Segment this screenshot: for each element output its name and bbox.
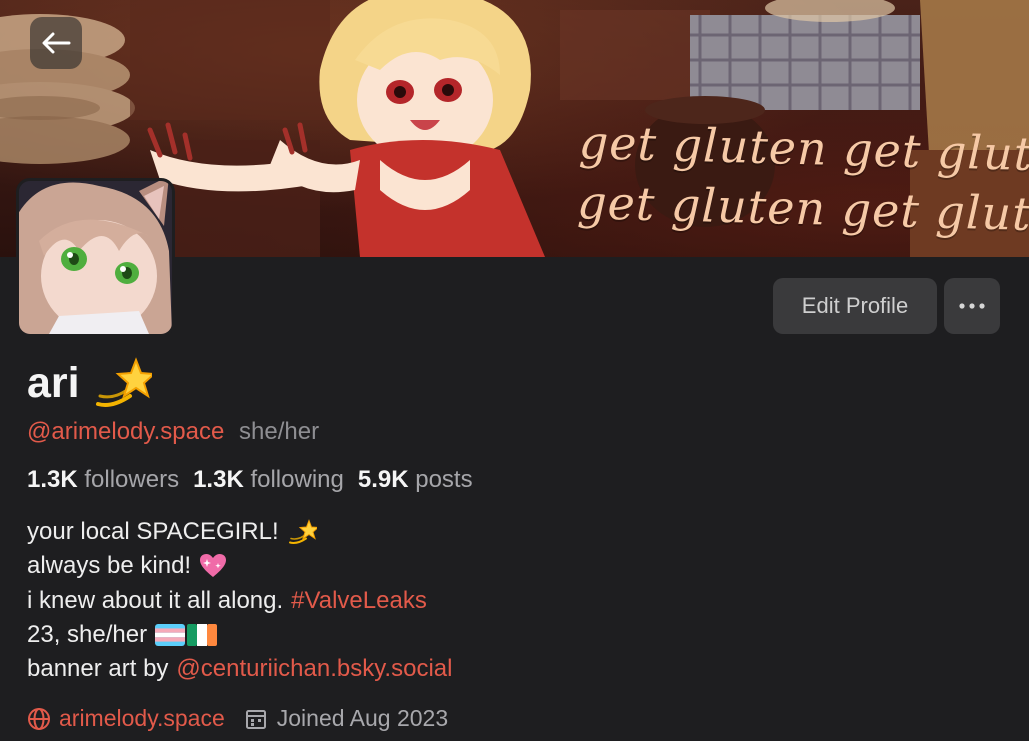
ellipsis-icon — [959, 303, 985, 309]
stats-row: 1.3K followers 1.3K following 5.9K posts — [27, 466, 473, 494]
following-count: 1.3K — [193, 466, 244, 493]
bio-line-4: 23, she/her — [27, 620, 148, 648]
posts-stat: 5.9K posts — [358, 466, 473, 494]
calendar-icon — [245, 709, 266, 729]
followers-count: 1.3K — [27, 466, 78, 493]
bio-line: i knew about it all along. #ValveLeaks — [27, 584, 452, 618]
display-name: ari — [27, 358, 80, 407]
following-label: following — [250, 466, 344, 493]
bio-line-5: banner art by — [27, 655, 169, 683]
posts-count: 5.9K — [357, 466, 409, 493]
handle-row: @arimelody.space she/her — [27, 418, 319, 446]
profile-bio: your local SPACEGIRL! always be kind! i … — [27, 515, 452, 686]
profile-page: get gluten get gluten get gluten get glu… — [0, 0, 1029, 741]
more-options-button[interactable] — [944, 278, 1000, 334]
following-stat[interactable]: 1.3K following — [193, 466, 344, 494]
banner-caption-line-2: get gluten get gluten — [576, 175, 1029, 243]
bio-line: banner art by @centuriichan.bsky.social — [27, 652, 452, 686]
transgender-flag-icon — [155, 624, 186, 647]
bio-line: your local SPACEGIRL! — [27, 515, 452, 549]
user-handle[interactable]: @arimelody.space — [27, 418, 224, 445]
arrow-left-icon — [42, 32, 71, 54]
bio-line-2: always be kind! — [27, 552, 192, 580]
display-name-row: ari — [27, 356, 152, 410]
globe-icon — [28, 707, 50, 730]
posts-label: posts — [415, 466, 473, 493]
bio-line: always be kind! — [27, 549, 452, 583]
bio-line-1: your local SPACEGIRL! — [27, 518, 279, 545]
followers-stat[interactable]: 1.3K followers — [27, 466, 179, 494]
followers-label: followers — [84, 466, 180, 493]
dizzy-emoji-icon — [95, 357, 152, 407]
back-button[interactable] — [30, 17, 82, 69]
banner-caption: get gluten get gluten get gluten get glu… — [577, 112, 1029, 244]
bio-line: 23, she/her — [27, 618, 452, 652]
avatar-image — [19, 181, 172, 334]
pronouns: she/her — [239, 418, 320, 445]
joined-date: Joined Aug 2023 — [276, 705, 449, 731]
bio-line-3: i knew about it all along. — [27, 586, 284, 614]
dizzy-emoji-icon — [288, 519, 317, 545]
ireland-flag-icon — [187, 624, 218, 647]
hashtag-link[interactable]: #ValveLeaks — [291, 584, 427, 618]
website-link[interactable]: arimelody.space — [59, 705, 225, 732]
edit-profile-button[interactable]: Edit Profile — [773, 278, 937, 334]
profile-meta-row: arimelody.space Joined Aug 2023 — [27, 705, 448, 732]
sparkling-heart-icon — [200, 554, 227, 578]
mention-link[interactable]: @centuriichan.bsky.social — [176, 652, 452, 686]
avatar[interactable] — [16, 178, 175, 337]
